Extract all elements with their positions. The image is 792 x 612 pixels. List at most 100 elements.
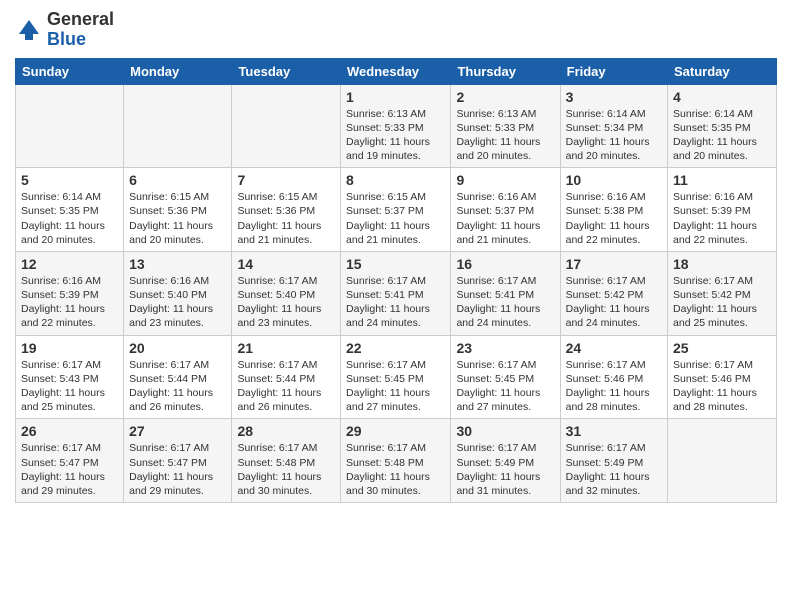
day-info: Sunrise: 6:17 AMSunset: 5:49 PMDaylight:… bbox=[566, 441, 662, 498]
day-number: 6 bbox=[129, 172, 226, 188]
day-info: Sunrise: 6:17 AMSunset: 5:40 PMDaylight:… bbox=[237, 274, 335, 331]
calendar-week-4: 19 Sunrise: 6:17 AMSunset: 5:43 PMDayligh… bbox=[16, 335, 777, 419]
day-info: Sunrise: 6:14 AMSunset: 5:35 PMDaylight:… bbox=[21, 190, 118, 247]
header-saturday: Saturday bbox=[668, 58, 777, 84]
day-number: 14 bbox=[237, 256, 335, 272]
calendar-cell: 24 Sunrise: 6:17 AMSunset: 5:46 PMDayligh… bbox=[560, 335, 667, 419]
day-number: 20 bbox=[129, 340, 226, 356]
day-number: 29 bbox=[346, 423, 445, 439]
calendar-week-5: 26 Sunrise: 6:17 AMSunset: 5:47 PMDayligh… bbox=[16, 419, 777, 503]
day-number: 1 bbox=[346, 89, 445, 105]
calendar-week-2: 5 Sunrise: 6:14 AMSunset: 5:35 PMDaylight… bbox=[16, 168, 777, 252]
header-friday: Friday bbox=[560, 58, 667, 84]
logo-blue: Blue bbox=[47, 29, 86, 49]
day-number: 24 bbox=[566, 340, 662, 356]
calendar-cell: 17 Sunrise: 6:17 AMSunset: 5:42 PMDayligh… bbox=[560, 251, 667, 335]
day-number: 9 bbox=[456, 172, 554, 188]
day-number: 10 bbox=[566, 172, 662, 188]
calendar-cell: 14 Sunrise: 6:17 AMSunset: 5:40 PMDayligh… bbox=[232, 251, 341, 335]
day-number: 8 bbox=[346, 172, 445, 188]
day-info: Sunrise: 6:17 AMSunset: 5:48 PMDaylight:… bbox=[346, 441, 445, 498]
day-number: 7 bbox=[237, 172, 335, 188]
logo: General Blue bbox=[15, 10, 114, 50]
page-header: General Blue bbox=[15, 10, 777, 50]
day-info: Sunrise: 6:17 AMSunset: 5:42 PMDaylight:… bbox=[566, 274, 662, 331]
calendar-header-row: SundayMondayTuesdayWednesdayThursdayFrid… bbox=[16, 58, 777, 84]
day-number: 16 bbox=[456, 256, 554, 272]
day-info: Sunrise: 6:17 AMSunset: 5:45 PMDaylight:… bbox=[456, 358, 554, 415]
day-number: 30 bbox=[456, 423, 554, 439]
day-info: Sunrise: 6:15 AMSunset: 5:36 PMDaylight:… bbox=[237, 190, 335, 247]
calendar-cell: 29 Sunrise: 6:17 AMSunset: 5:48 PMDayligh… bbox=[341, 419, 451, 503]
day-number: 11 bbox=[673, 172, 771, 188]
calendar-cell: 31 Sunrise: 6:17 AMSunset: 5:49 PMDayligh… bbox=[560, 419, 667, 503]
calendar-cell: 25Sunrise: 6:17 AMSunset: 5:46 PMDayligh… bbox=[668, 335, 777, 419]
day-number: 26 bbox=[21, 423, 118, 439]
calendar-cell: 26 Sunrise: 6:17 AMSunset: 5:47 PMDayligh… bbox=[16, 419, 124, 503]
calendar-cell: 18Sunrise: 6:17 AMSunset: 5:42 PMDayligh… bbox=[668, 251, 777, 335]
day-number: 3 bbox=[566, 89, 662, 105]
calendar-cell bbox=[16, 84, 124, 168]
day-info: Sunrise: 6:17 AMSunset: 5:44 PMDaylight:… bbox=[237, 358, 335, 415]
day-info: Sunrise: 6:16 AMSunset: 5:40 PMDaylight:… bbox=[129, 274, 226, 331]
header-tuesday: Tuesday bbox=[232, 58, 341, 84]
day-info: Sunrise: 6:17 AMSunset: 5:47 PMDaylight:… bbox=[21, 441, 118, 498]
logo-text: General Blue bbox=[47, 10, 114, 50]
calendar-cell: 4 Sunrise: 6:14 AMSunset: 5:35 PMDaylight… bbox=[668, 84, 777, 168]
day-number: 4 bbox=[673, 89, 771, 105]
calendar-cell: 28Sunrise: 6:17 AMSunset: 5:48 PMDayligh… bbox=[232, 419, 341, 503]
calendar-table: SundayMondayTuesdayWednesdayThursdayFrid… bbox=[15, 58, 777, 503]
calendar-cell: 6 Sunrise: 6:15 AMSunset: 5:36 PMDaylight… bbox=[124, 168, 232, 252]
day-info: Sunrise: 6:14 AMSunset: 5:34 PMDaylight:… bbox=[566, 107, 662, 164]
calendar-cell: 21 Sunrise: 6:17 AMSunset: 5:44 PMDayligh… bbox=[232, 335, 341, 419]
header-wednesday: Wednesday bbox=[341, 58, 451, 84]
day-info: Sunrise: 6:16 AMSunset: 5:37 PMDaylight:… bbox=[456, 190, 554, 247]
day-info: Sunrise: 6:17 AMSunset: 5:44 PMDaylight:… bbox=[129, 358, 226, 415]
calendar-cell: 22 Sunrise: 6:17 AMSunset: 5:45 PMDayligh… bbox=[341, 335, 451, 419]
calendar-cell bbox=[124, 84, 232, 168]
day-number: 28 bbox=[237, 423, 335, 439]
day-info: Sunrise: 6:17 AMSunset: 5:47 PMDaylight:… bbox=[129, 441, 226, 498]
logo-general: General bbox=[47, 9, 114, 29]
day-info: Sunrise: 6:17 AMSunset: 5:43 PMDaylight:… bbox=[21, 358, 118, 415]
day-info: Sunrise: 6:17 AMSunset: 5:42 PMDaylight:… bbox=[673, 274, 771, 331]
day-number: 17 bbox=[566, 256, 662, 272]
calendar-cell: 19 Sunrise: 6:17 AMSunset: 5:43 PMDayligh… bbox=[16, 335, 124, 419]
header-monday: Monday bbox=[124, 58, 232, 84]
header-sunday: Sunday bbox=[16, 58, 124, 84]
day-info: Sunrise: 6:15 AMSunset: 5:36 PMDaylight:… bbox=[129, 190, 226, 247]
day-info: Sunrise: 6:17 AMSunset: 5:41 PMDaylight:… bbox=[346, 274, 445, 331]
calendar-cell: 15 Sunrise: 6:17 AMSunset: 5:41 PMDayligh… bbox=[341, 251, 451, 335]
day-number: 31 bbox=[566, 423, 662, 439]
calendar-week-1: 1Sunrise: 6:13 AMSunset: 5:33 PMDaylight… bbox=[16, 84, 777, 168]
calendar-cell: 12Sunrise: 6:16 AMSunset: 5:39 PMDayligh… bbox=[16, 251, 124, 335]
calendar-cell bbox=[668, 419, 777, 503]
calendar-cell: 7 Sunrise: 6:15 AMSunset: 5:36 PMDaylight… bbox=[232, 168, 341, 252]
calendar-week-3: 12Sunrise: 6:16 AMSunset: 5:39 PMDayligh… bbox=[16, 251, 777, 335]
day-number: 23 bbox=[456, 340, 554, 356]
day-number: 25 bbox=[673, 340, 771, 356]
calendar-cell: 23 Sunrise: 6:17 AMSunset: 5:45 PMDayligh… bbox=[451, 335, 560, 419]
day-number: 22 bbox=[346, 340, 445, 356]
day-number: 12 bbox=[21, 256, 118, 272]
logo-icon bbox=[15, 16, 43, 44]
calendar-cell: 13 Sunrise: 6:16 AMSunset: 5:40 PMDayligh… bbox=[124, 251, 232, 335]
day-number: 13 bbox=[129, 256, 226, 272]
calendar-cell: 9 Sunrise: 6:16 AMSunset: 5:37 PMDaylight… bbox=[451, 168, 560, 252]
calendar-cell: 11 Sunrise: 6:16 AMSunset: 5:39 PMDayligh… bbox=[668, 168, 777, 252]
calendar-cell: 16 Sunrise: 6:17 AMSunset: 5:41 PMDayligh… bbox=[451, 251, 560, 335]
calendar-cell: 1Sunrise: 6:13 AMSunset: 5:33 PMDaylight… bbox=[341, 84, 451, 168]
day-info: Sunrise: 6:17 AMSunset: 5:45 PMDaylight:… bbox=[346, 358, 445, 415]
day-info: Sunrise: 6:17 AMSunset: 5:46 PMDaylight:… bbox=[566, 358, 662, 415]
calendar-cell bbox=[232, 84, 341, 168]
calendar-cell: 3 Sunrise: 6:14 AMSunset: 5:34 PMDaylight… bbox=[560, 84, 667, 168]
day-info: Sunrise: 6:14 AMSunset: 5:35 PMDaylight:… bbox=[673, 107, 771, 164]
day-number: 19 bbox=[21, 340, 118, 356]
day-number: 5 bbox=[21, 172, 118, 188]
day-number: 15 bbox=[346, 256, 445, 272]
day-number: 21 bbox=[237, 340, 335, 356]
day-info: Sunrise: 6:17 AMSunset: 5:41 PMDaylight:… bbox=[456, 274, 554, 331]
calendar-cell: 8 Sunrise: 6:15 AMSunset: 5:37 PMDaylight… bbox=[341, 168, 451, 252]
day-info: Sunrise: 6:15 AMSunset: 5:37 PMDaylight:… bbox=[346, 190, 445, 247]
day-info: Sunrise: 6:16 AMSunset: 5:39 PMDaylight:… bbox=[673, 190, 771, 247]
